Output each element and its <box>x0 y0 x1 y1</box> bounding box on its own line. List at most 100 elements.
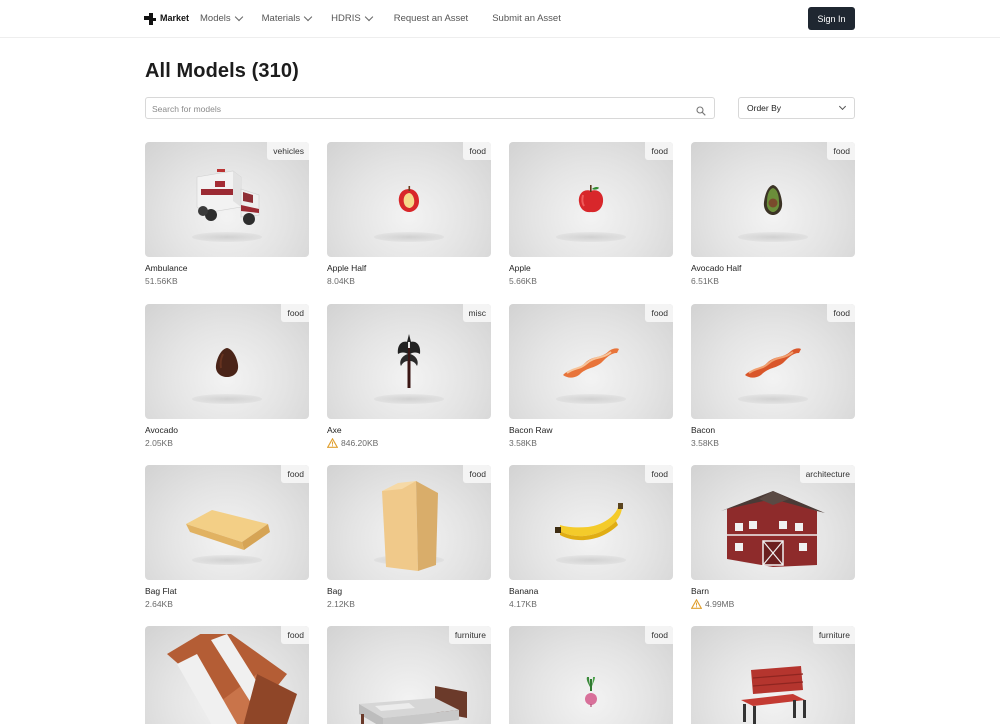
market-logo-icon <box>144 12 156 25</box>
ground-shadow <box>374 393 444 404</box>
warning-icon <box>327 438 338 448</box>
nav-materials[interactable]: Materials <box>261 12 313 24</box>
page-title: All Models (310) <box>145 60 299 82</box>
model-name: Ambulance <box>145 263 188 273</box>
ground-shadow <box>556 393 626 404</box>
model-size: 2.05KB <box>145 438 309 448</box>
model-card-bacon[interactable]: food Bacon 3.58KB <box>691 304 855 448</box>
model-card-bag-flat[interactable]: food Bag Flat 2.64KB <box>145 465 309 609</box>
order-by-select[interactable]: Order By <box>738 97 855 119</box>
model-thumbnail[interactable]: food <box>145 465 309 580</box>
model-name: Avocado Half <box>691 263 742 273</box>
category-tag: misc <box>462 304 491 322</box>
model-card-apple-half[interactable]: food Apple Half 8.04KB <box>327 142 491 286</box>
nav-models-label: Models <box>200 13 231 24</box>
model-card-barrel[interactable]: food <box>145 626 309 724</box>
ground-shadow <box>192 231 262 242</box>
ambulance-icon <box>196 168 260 225</box>
bed-icon <box>359 685 467 724</box>
model-size-value: 4.99MB <box>705 599 735 609</box>
order-by-label: Order By <box>747 103 782 113</box>
model-name: Avocado <box>145 425 178 435</box>
model-size: 51.56KB <box>145 276 309 286</box>
model-size: 3.58KB <box>509 438 673 448</box>
category-tag: food <box>645 626 673 644</box>
category-tag: furniture <box>448 626 491 644</box>
chevron-down-icon <box>303 12 313 22</box>
nav-materials-label: Materials <box>261 13 301 24</box>
nav-submit-asset[interactable]: Submit an Asset <box>492 13 561 24</box>
model-thumbnail[interactable]: food <box>145 304 309 419</box>
model-card-avocado-half[interactable]: food Avocado Half 6.51KB <box>691 142 855 286</box>
category-tag: food <box>827 304 855 322</box>
model-card-apple[interactable]: food Apple 5.66KB <box>509 142 673 286</box>
model-thumbnail[interactable]: food <box>691 304 855 419</box>
model-thumbnail[interactable]: food <box>145 626 309 724</box>
model-size: 2.12KB <box>327 599 491 609</box>
search-icon[interactable] <box>696 103 706 116</box>
ground-shadow <box>738 231 808 242</box>
nav-hdris[interactable]: HDRIS <box>331 12 373 24</box>
sign-in-button[interactable]: Sign In <box>808 7 855 30</box>
ground-shadow <box>192 554 262 565</box>
banana-icon <box>555 502 623 540</box>
nav-request-asset[interactable]: Request an Asset <box>394 13 468 24</box>
model-size-value: 51.56KB <box>145 276 178 286</box>
model-thumbnail[interactable]: vehicles <box>145 142 309 257</box>
model-size: 3.58KB <box>691 438 855 448</box>
model-card-barn[interactable]: architecture Barn 4.99MB <box>691 465 855 609</box>
nav-request-asset-label: Request an Asset <box>393 13 469 24</box>
bacon-icon <box>745 347 801 378</box>
barn-icon <box>721 490 825 567</box>
model-thumbnail[interactable]: food <box>509 304 673 419</box>
category-tag: food <box>281 626 309 644</box>
apple-icon <box>578 184 604 212</box>
model-thumbnail[interactable]: food <box>509 465 673 580</box>
model-card-beet[interactable]: food <box>509 626 673 724</box>
model-size-value: 2.12KB <box>327 599 355 609</box>
model-size: 2.64KB <box>145 599 309 609</box>
model-thumbnail[interactable]: architecture <box>691 465 855 580</box>
model-thumbnail[interactable]: food <box>509 142 673 257</box>
apple-half-icon <box>398 185 419 212</box>
model-name: Apple <box>509 263 531 273</box>
model-size-value: 2.05KB <box>145 438 173 448</box>
model-card-bacon-raw[interactable]: food Bacon Raw 3.58KB <box>509 304 673 448</box>
model-size: 4.17KB <box>509 599 673 609</box>
model-name: Bag <box>327 586 343 596</box>
model-thumbnail[interactable]: food <box>327 142 491 257</box>
model-card-ambulance[interactable]: vehicles Ambulance 51.56KB <box>145 142 309 286</box>
model-thumbnail[interactable]: furniture <box>327 626 491 724</box>
ground-shadow <box>556 231 626 242</box>
model-card-bed[interactable]: furniture <box>327 626 491 724</box>
model-thumbnail[interactable]: food <box>691 142 855 257</box>
model-name: Banana <box>509 586 539 596</box>
model-card-bench[interactable]: furniture <box>691 626 855 724</box>
brand-link[interactable]: Market <box>144 12 189 25</box>
category-tag: food <box>281 465 309 483</box>
search-box <box>145 97 715 119</box>
bag-flat-icon <box>186 509 270 550</box>
model-thumbnail[interactable]: food <box>327 465 491 580</box>
nav-models[interactable]: Models <box>200 12 243 24</box>
bacon-raw-icon <box>563 347 619 378</box>
model-card-avocado[interactable]: food Avocado 2.05KB <box>145 304 309 448</box>
bag-icon <box>382 480 438 571</box>
ground-shadow <box>556 554 626 565</box>
model-card-bag[interactable]: food Bag 2.12KB <box>327 465 491 609</box>
search-input[interactable] <box>152 101 682 116</box>
model-size-value: 6.51KB <box>691 276 719 286</box>
model-card-banana[interactable]: food Banana 4.17KB <box>509 465 673 609</box>
model-size: 6.51KB <box>691 276 855 286</box>
nav-hdris-label: HDRIS <box>331 13 361 24</box>
chevron-down-icon <box>838 102 847 111</box>
model-name: Axe <box>327 425 342 435</box>
chevron-down-icon <box>364 12 373 22</box>
model-card-axe[interactable]: misc Axe 846.20KB <box>327 304 491 448</box>
category-tag: food <box>645 465 673 483</box>
model-thumbnail[interactable]: furniture <box>691 626 855 724</box>
model-thumbnail[interactable]: food <box>509 626 673 724</box>
model-size-value: 846.20KB <box>341 438 379 448</box>
model-size-value: 2.64KB <box>145 599 173 609</box>
model-thumbnail[interactable]: misc <box>327 304 491 419</box>
